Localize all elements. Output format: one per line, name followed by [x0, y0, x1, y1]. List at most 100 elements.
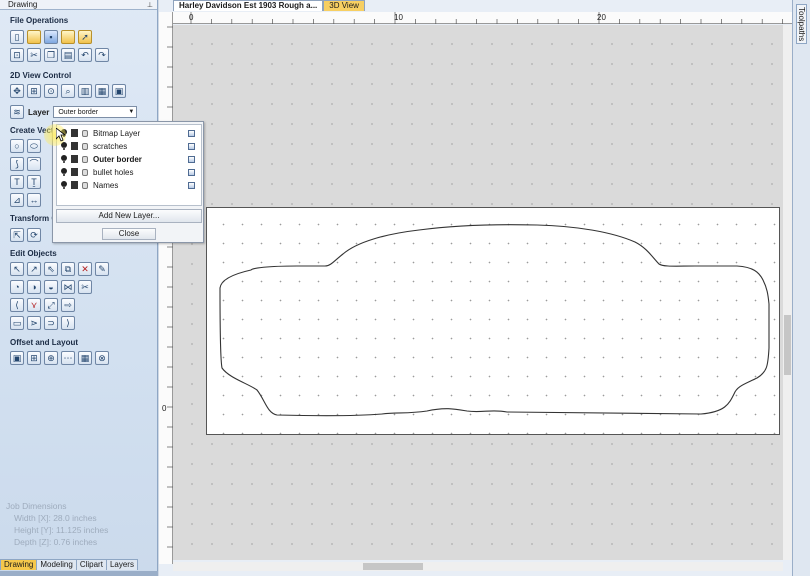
- outer-border-path[interactable]: [219, 224, 770, 417]
- tab-toolpaths[interactable]: Toolpaths: [796, 4, 807, 45]
- block-copy-icon[interactable]: ⊗: [95, 351, 109, 365]
- add-new-layer-button[interactable]: Add New Layer...: [56, 209, 202, 223]
- zoom-icon[interactable]: ⌕: [61, 84, 75, 98]
- arc-icon[interactable]: ⌒: [27, 157, 41, 171]
- layer-properties-icon[interactable]: [188, 168, 195, 176]
- create-vectors-row-1: ○ ⬭: [10, 139, 41, 153]
- layer-color-icon[interactable]: [71, 181, 78, 189]
- select-all-icon[interactable]: ⇖: [44, 262, 58, 276]
- layer-color-icon[interactable]: [71, 168, 78, 176]
- smooth-icon[interactable]: ⊃: [44, 316, 58, 330]
- subtract-icon[interactable]: ◑: [27, 280, 41, 294]
- save-icon[interactable]: ▪: [44, 30, 58, 44]
- view-2d-icon[interactable]: ▥: [78, 84, 92, 98]
- outer-border-vector[interactable]: [207, 208, 781, 436]
- lock-icon[interactable]: [82, 155, 88, 163]
- view-split-icon[interactable]: ▦: [95, 84, 109, 98]
- pan-icon[interactable]: ✥: [10, 84, 24, 98]
- panel-tabs: Drawing Modeling Clipart Layers: [0, 559, 138, 570]
- intersect-icon[interactable]: ◒: [44, 280, 58, 294]
- tab-clipart[interactable]: Clipart: [75, 559, 107, 570]
- zoom-extents-icon[interactable]: ⊞: [27, 84, 41, 98]
- circular-array-icon[interactable]: ⊕: [44, 351, 58, 365]
- undo-icon[interactable]: ↶: [78, 48, 92, 62]
- dimension-icon[interactable]: ⊿: [10, 193, 24, 207]
- layer-properties-icon[interactable]: [188, 142, 195, 150]
- trim-icon[interactable]: ✎: [95, 262, 109, 276]
- paste-icon[interactable]: ▤: [61, 48, 75, 62]
- import-icon[interactable]: ➚: [78, 30, 92, 44]
- view-3d-icon[interactable]: ▣: [112, 84, 126, 98]
- close-vector-icon[interactable]: ▭: [10, 316, 24, 330]
- layer-item-outer-border[interactable]: Outer border: [59, 153, 199, 165]
- ungroup-icon[interactable]: ✕: [78, 262, 92, 276]
- select-icon[interactable]: ↖: [10, 262, 24, 276]
- array-icon[interactable]: ⊞: [27, 351, 41, 365]
- layer-item-bullet-holes[interactable]: bullet holes: [59, 166, 199, 178]
- polyline-icon[interactable]: ⟆: [10, 157, 24, 171]
- section-transform: Transform O: [10, 214, 58, 223]
- move-icon[interactable]: ⇱: [10, 228, 24, 242]
- canvas-scrollbar-horizontal[interactable]: [173, 562, 783, 571]
- arrow-icon[interactable]: ⇨: [61, 298, 75, 312]
- drawing-canvas[interactable]: [173, 25, 783, 560]
- scroll-thumb-horizontal[interactable]: [363, 563, 423, 570]
- tab-3d-view[interactable]: 3D View: [323, 0, 365, 11]
- visibility-bulb-icon[interactable]: [61, 168, 67, 176]
- circle-icon[interactable]: ○: [10, 139, 24, 153]
- zoom-box-icon[interactable]: ⊙: [44, 84, 58, 98]
- layer-properties-icon[interactable]: [188, 155, 195, 163]
- tab-job-document[interactable]: Harley Davidson Est 1903 Rough a...: [173, 0, 324, 11]
- lock-icon[interactable]: [82, 129, 88, 137]
- layer-color-icon[interactable]: [71, 129, 78, 137]
- tab-layers[interactable]: Layers: [105, 559, 138, 570]
- fillet-icon[interactable]: ⟨: [10, 298, 24, 312]
- text-box-icon[interactable]: Ṯ: [27, 175, 41, 189]
- layer-dropdown[interactable]: Outer border ▼: [53, 106, 138, 118]
- rotate-icon[interactable]: ⟳: [27, 228, 41, 242]
- mirror-icon[interactable]: ⋗: [27, 316, 41, 330]
- layer-item-names[interactable]: Names: [59, 179, 199, 191]
- nest-icon[interactable]: ▦: [78, 351, 92, 365]
- panel-scrollbar[interactable]: [0, 571, 158, 576]
- redo-icon[interactable]: ↷: [95, 48, 109, 62]
- offset-icon[interactable]: ▣: [10, 351, 24, 365]
- layer-color-icon[interactable]: [71, 155, 78, 163]
- copy-icon[interactable]: ❐: [44, 48, 58, 62]
- bracket-icon[interactable]: ⟩: [61, 316, 75, 330]
- canvas-scrollbar-vertical[interactable]: [783, 25, 792, 560]
- open-folder-icon[interactable]: [27, 30, 41, 44]
- visibility-bulb-icon[interactable]: [61, 155, 67, 163]
- close-button[interactable]: Close: [102, 228, 156, 240]
- measure-icon[interactable]: ↔: [27, 193, 41, 207]
- scissors-icon[interactable]: ✂: [78, 280, 92, 294]
- chamfer-icon[interactable]: ⋎: [27, 298, 41, 312]
- text-icon[interactable]: T: [10, 175, 24, 189]
- layers-icon[interactable]: ≋: [10, 105, 24, 119]
- material-sheet[interactable]: [206, 207, 780, 435]
- open-folder-alt-icon[interactable]: [61, 30, 75, 44]
- tab-modeling[interactable]: Modeling: [36, 559, 77, 570]
- pin-icon[interactable]: ⊥: [147, 1, 153, 9]
- align-icon[interactable]: ⋯: [61, 351, 75, 365]
- job-setup-icon[interactable]: ⊡: [10, 48, 24, 62]
- lock-icon[interactable]: [82, 168, 88, 176]
- weld-icon[interactable]: ◔: [10, 280, 24, 294]
- new-file-icon[interactable]: ▯: [10, 30, 24, 44]
- lock-icon[interactable]: [82, 181, 88, 189]
- node-edit-icon[interactable]: ↗: [27, 262, 41, 276]
- extend-icon[interactable]: ⤢: [44, 298, 58, 312]
- layer-item-bitmap[interactable]: Bitmap Layer: [59, 127, 199, 139]
- group-icon[interactable]: ⧉: [61, 262, 75, 276]
- layer-color-icon[interactable]: [71, 142, 78, 150]
- layer-properties-icon[interactable]: [188, 129, 195, 137]
- layer-item-scratches[interactable]: scratches: [59, 140, 199, 152]
- join-icon[interactable]: ⋈: [61, 280, 75, 294]
- lock-icon[interactable]: [82, 142, 88, 150]
- visibility-bulb-icon[interactable]: [61, 181, 67, 189]
- layer-properties-icon[interactable]: [188, 181, 195, 189]
- tab-drawing[interactable]: Drawing: [0, 559, 38, 570]
- scroll-thumb-vertical[interactable]: [784, 315, 791, 375]
- ellipse-icon[interactable]: ⬭: [27, 139, 41, 153]
- cut-icon[interactable]: ✂: [27, 48, 41, 62]
